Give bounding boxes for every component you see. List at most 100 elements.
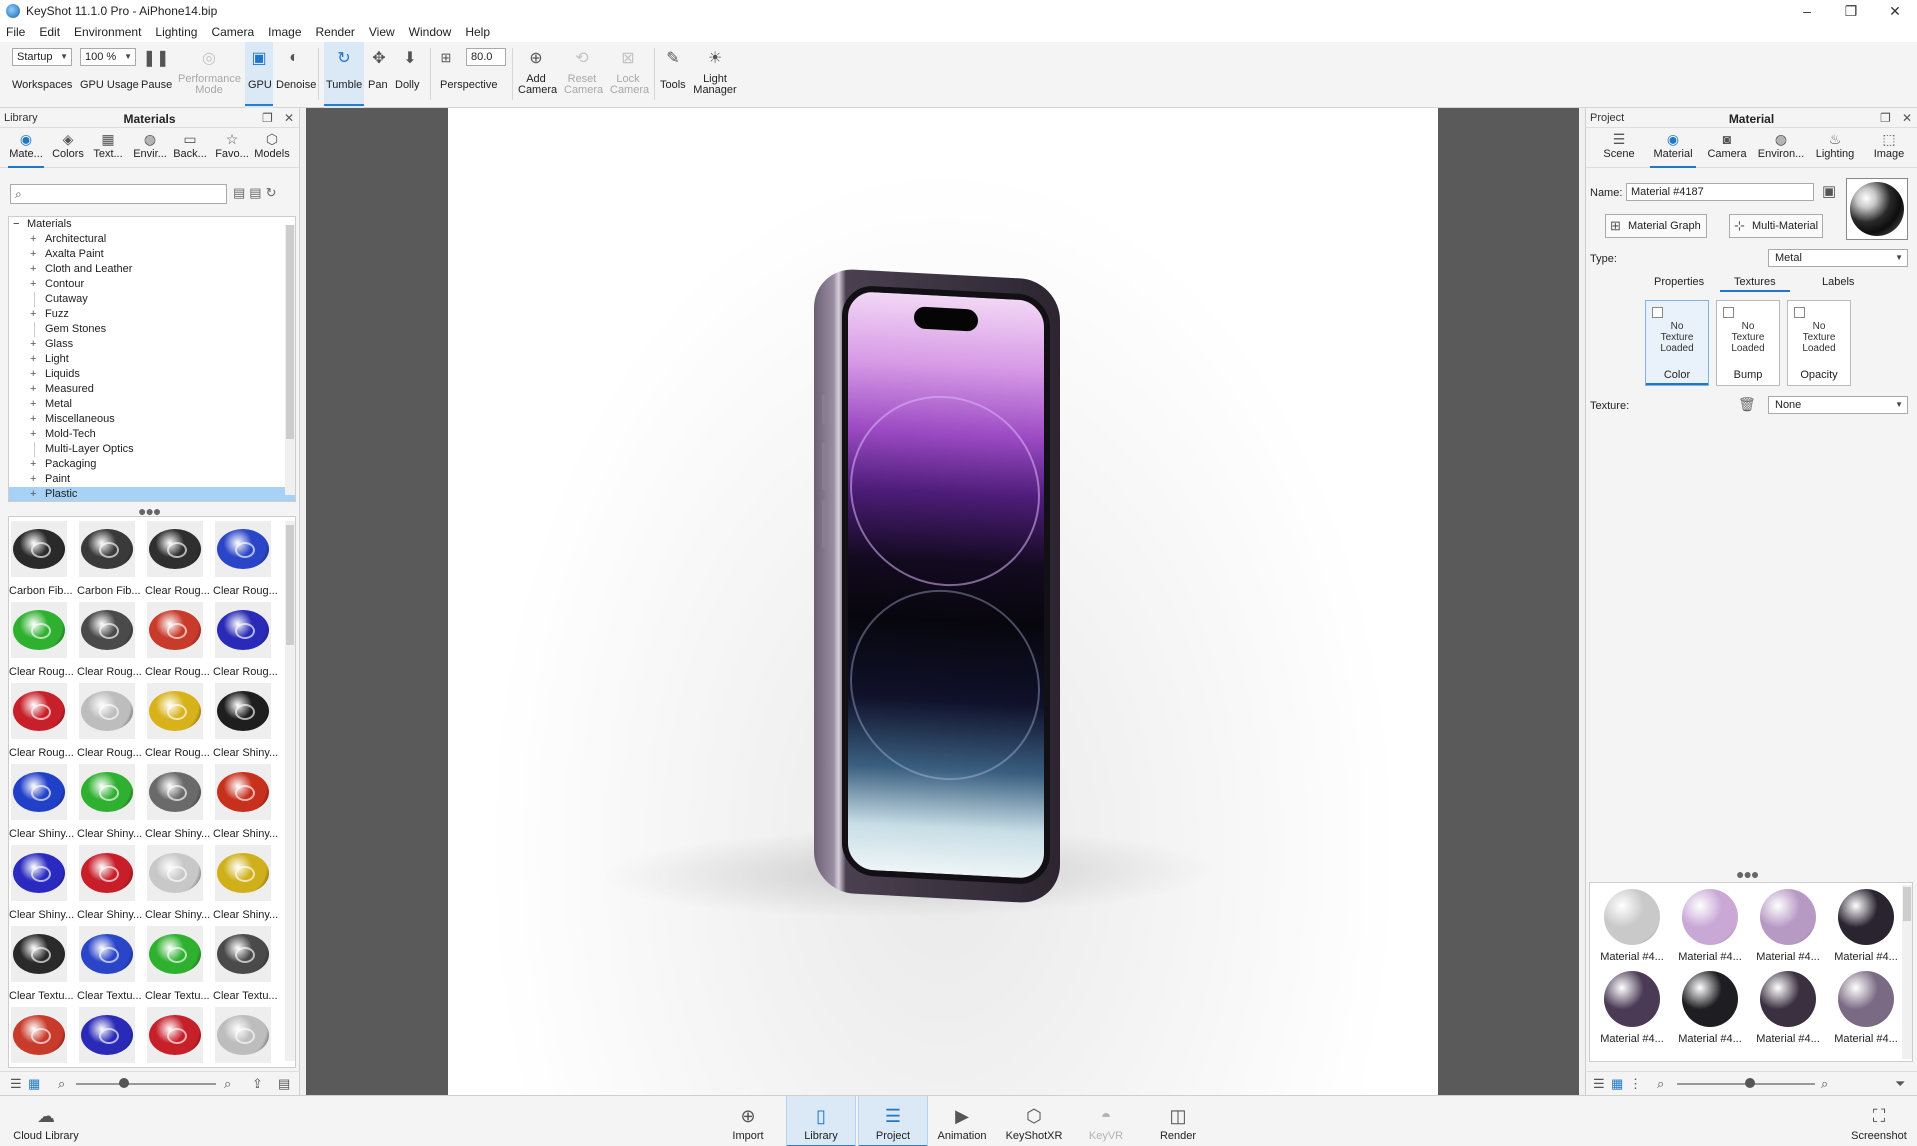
texture-slot-bump[interactable]: No Texture Loaded Bump bbox=[1716, 300, 1780, 386]
texture-enable-checkbox[interactable] bbox=[1652, 307, 1663, 318]
tab-models[interactable]: ⬡ Models bbox=[252, 130, 292, 166]
expand-icon[interactable]: + bbox=[30, 457, 36, 472]
material-thumbnail[interactable]: Clear Shiny... bbox=[213, 762, 278, 842]
tree-item[interactable]: Cutaway bbox=[9, 292, 295, 307]
add-camera-button[interactable]: ⊕ Add Camera bbox=[516, 42, 557, 108]
pan-tool[interactable]: ✥ Pan bbox=[366, 42, 392, 108]
close-icon[interactable]: ✕ bbox=[1902, 111, 1912, 125]
material-thumbnail[interactable]: Clear Textu... bbox=[9, 924, 74, 1004]
tab-camera[interactable]: ◙ Camera bbox=[1700, 130, 1754, 166]
material-thumbnail[interactable]: Clear Roug... bbox=[213, 519, 278, 599]
tree-item[interactable]: Multi-Layer Optics bbox=[9, 442, 295, 457]
menu-file[interactable]: File bbox=[6, 25, 25, 39]
add-folder-icon[interactable]: ▤ bbox=[249, 185, 265, 200]
animation-button[interactable]: ▶ Animation bbox=[932, 1096, 992, 1146]
gpu-toggle[interactable]: ▣ GPU bbox=[245, 42, 273, 108]
folder-actions[interactable]: ▤▤↻ bbox=[233, 185, 281, 201]
tree-scrollbar[interactable] bbox=[285, 225, 295, 495]
slider-knob[interactable] bbox=[119, 1078, 129, 1088]
scene-material[interactable]: Material #4... bbox=[1828, 885, 1904, 965]
tab-favorites[interactable]: ☆ Favo... bbox=[212, 130, 252, 166]
zoom-out-icon[interactable]: ⌕ bbox=[1657, 1076, 1664, 1092]
tree-item[interactable]: + Packaging bbox=[9, 457, 295, 472]
close-icon[interactable]: ✕ bbox=[284, 111, 294, 125]
multi-material-button[interactable]: ⊹ Multi-Material bbox=[1729, 214, 1823, 238]
thumbnail-size-slider[interactable] bbox=[76, 1083, 216, 1085]
render-viewport[interactable] bbox=[306, 108, 1579, 1095]
tumble-tool[interactable]: ↻ Tumble bbox=[324, 42, 364, 108]
material-thumbnail[interactable]: Clear Roug... bbox=[213, 600, 278, 680]
slider-knob[interactable] bbox=[1745, 1078, 1755, 1088]
light-manager-button[interactable]: ☀ Light Manager bbox=[692, 42, 738, 108]
texture-slot-color[interactable]: No Texture Loaded Color bbox=[1645, 300, 1709, 386]
expand-icon[interactable]: + bbox=[30, 397, 36, 412]
material-thumbnail[interactable]: Clear Shiny... bbox=[145, 762, 210, 842]
tree-item[interactable]: + Mold-Tech bbox=[9, 427, 295, 442]
screenshot-button[interactable]: ⛶ Screenshot bbox=[1846, 1096, 1912, 1146]
trash-icon[interactable]: 🗑 bbox=[1738, 396, 1756, 413]
material-thumbnail[interactable]: Clear Roug... bbox=[9, 600, 74, 680]
library-search-input[interactable]: ⌕ bbox=[10, 184, 227, 204]
tree-item[interactable]: + Glass bbox=[9, 337, 295, 352]
tree-item[interactable]: Gem Stones bbox=[9, 322, 295, 337]
expand-icon[interactable]: + bbox=[30, 247, 36, 262]
minimize-button[interactable]: – bbox=[1785, 0, 1829, 22]
tab-image[interactable]: ⬚ Image bbox=[1862, 130, 1916, 166]
material-name-field[interactable]: Material #4187 bbox=[1626, 183, 1814, 201]
grid-view-icon[interactable]: ▦ bbox=[1611, 1076, 1623, 1092]
denoise-toggle[interactable]: ◐ Denoise bbox=[274, 42, 316, 108]
subtab-properties[interactable]: Properties bbox=[1654, 276, 1704, 288]
render-canvas[interactable] bbox=[448, 108, 1438, 1095]
keyvr-button[interactable]: ◓ KeyVR bbox=[1080, 1096, 1132, 1146]
menu-window[interactable]: Window bbox=[409, 25, 452, 39]
save-material-icon[interactable]: ▣ bbox=[1822, 182, 1836, 200]
undock-icon[interactable]: ❐ bbox=[1880, 111, 1891, 125]
tree-item[interactable]: + Axalta Paint bbox=[9, 247, 295, 262]
zoom-out-icon[interactable]: ⌕ bbox=[58, 1076, 65, 1092]
material-thumbnail[interactable]: Clear Shiny... bbox=[77, 843, 142, 923]
menu-help[interactable]: Help bbox=[465, 25, 490, 39]
tree-item[interactable]: + Contour bbox=[9, 277, 295, 292]
expand-icon[interactable]: + bbox=[30, 427, 36, 442]
expand-icon[interactable]: + bbox=[30, 352, 36, 367]
thumbnail-scrollbar[interactable] bbox=[285, 521, 295, 1061]
open-folder-icon[interactable]: ▤ bbox=[233, 185, 249, 200]
lock-camera-button[interactable]: ⊠ Lock Camera bbox=[608, 42, 649, 108]
expand-icon[interactable]: + bbox=[30, 232, 36, 247]
tree-item[interactable]: + Plastic bbox=[9, 487, 295, 501]
material-type-select[interactable]: Metal ▼ bbox=[1768, 249, 1908, 267]
expand-icon[interactable]: + bbox=[30, 337, 36, 352]
fov-input[interactable]: 80.0 bbox=[466, 48, 506, 66]
keyshotxr-button[interactable]: ⬡ KeyShotXR bbox=[1000, 1096, 1068, 1146]
tree-item[interactable]: + Cloth and Leather bbox=[9, 262, 295, 277]
subtab-textures[interactable]: Textures bbox=[1720, 276, 1790, 292]
material-thumbnail[interactable]: Carbon Fib... bbox=[9, 519, 73, 599]
scrollbar-thumb[interactable] bbox=[286, 525, 294, 645]
tab-lighting[interactable]: ♨ Lighting bbox=[1808, 130, 1862, 166]
material-thumbnail[interactable]: Clear Shiny... bbox=[9, 762, 74, 842]
reset-camera-button[interactable]: ⟲ Reset Camera bbox=[562, 42, 603, 108]
undock-icon[interactable]: ❐ bbox=[262, 111, 273, 125]
tree-view-icon[interactable]: ⋮ bbox=[1629, 1076, 1642, 1092]
texture-enable-checkbox[interactable] bbox=[1723, 307, 1734, 318]
material-thumbnail[interactable] bbox=[77, 1005, 141, 1067]
import-folder-icon[interactable]: ▤ bbox=[278, 1076, 290, 1092]
material-thumbnail[interactable]: Clear Shiny... bbox=[9, 843, 74, 923]
scrollbar-thumb[interactable] bbox=[1903, 887, 1911, 921]
material-thumbnail[interactable]: Clear Roug... bbox=[77, 600, 142, 680]
scene-material[interactable]: Material #4... bbox=[1594, 885, 1670, 965]
material-thumbnail[interactable]: Clear Shiny... bbox=[213, 843, 278, 923]
filter-icon[interactable]: ⏷ bbox=[1895, 1076, 1905, 1092]
material-thumbnail[interactable]: Clear Textu... bbox=[77, 924, 142, 1004]
menu-camera[interactable]: Camera bbox=[211, 25, 254, 39]
material-preview[interactable] bbox=[1846, 178, 1908, 240]
scene-material[interactable]: Material #4... bbox=[1594, 967, 1670, 1047]
zoom-in-icon[interactable]: ⌕ bbox=[224, 1076, 231, 1092]
expand-icon[interactable]: + bbox=[30, 382, 36, 397]
material-thumbnail[interactable]: Clear Shiny... bbox=[213, 681, 278, 761]
tree-item[interactable]: + Measured bbox=[9, 382, 295, 397]
materials-scrollbar[interactable] bbox=[1902, 885, 1912, 1059]
performance-mode-button[interactable]: ◎ Performance Mode bbox=[176, 42, 242, 108]
material-thumbnail[interactable] bbox=[213, 1005, 277, 1067]
gpu-usage-select[interactable]: 100 % ▼ bbox=[80, 48, 136, 66]
